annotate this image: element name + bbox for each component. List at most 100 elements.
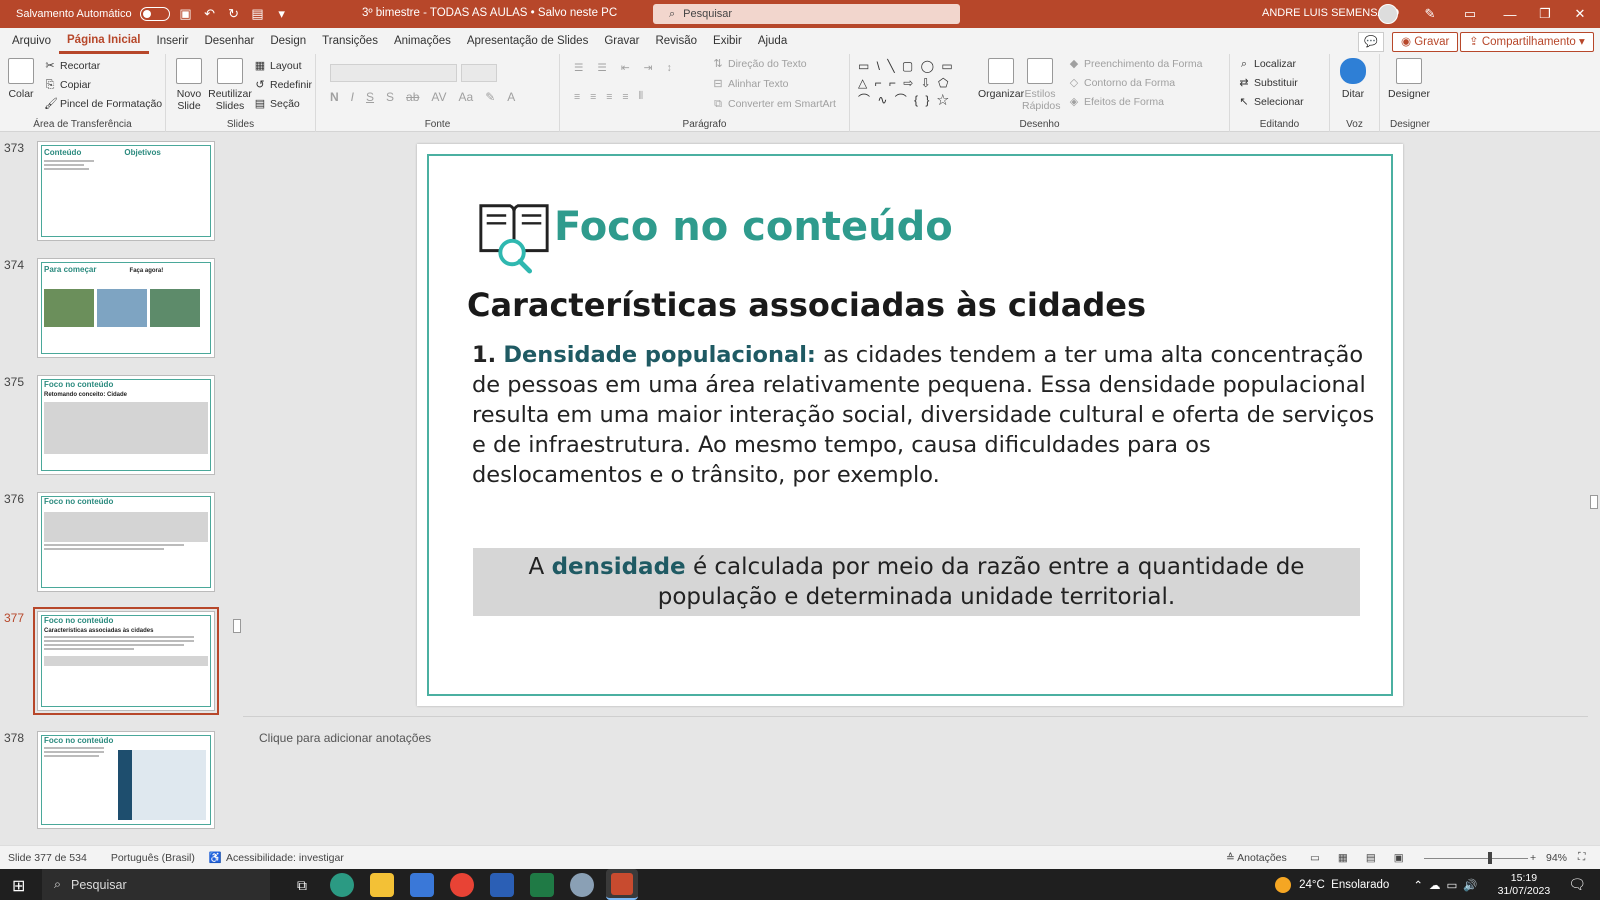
notes-pane[interactable]: Clique para adicionar anotações [243, 716, 1588, 844]
zoom-slider-thumb[interactable] [1488, 852, 1492, 864]
tab-apresentacao[interactable]: Apresentação de Slides [459, 28, 596, 54]
tab-ajuda[interactable]: Ajuda [750, 28, 795, 54]
shadow-icon[interactable]: S [386, 90, 394, 104]
copy-button[interactable]: ⎘ Copiar [44, 79, 91, 91]
tab-revisao[interactable]: Revisão [647, 28, 705, 54]
minimize-button[interactable]: — [1490, 0, 1530, 28]
find-button[interactable]: ⌕ Localizar [1238, 58, 1296, 70]
quick-styles-button[interactable]: Estilos Rápidos [1022, 58, 1061, 112]
edge-icon[interactable] [330, 873, 354, 897]
slide-body-text[interactable]: 1. Densidade populacional: as cidades te… [472, 340, 1382, 490]
slide[interactable]: Foco no conteúdo Características associa… [417, 144, 1403, 706]
chrome-icon[interactable] [450, 873, 474, 897]
zoom-in-icon[interactable]: + [1530, 852, 1536, 864]
columns-icon[interactable]: ⫴ [639, 90, 643, 103]
align-center-icon[interactable]: ≡ [590, 91, 596, 103]
present-icon[interactable]: ▤ [250, 6, 266, 22]
tray-icons[interactable]: ⌃☁▭🔊 [1413, 878, 1483, 892]
font-color-icon[interactable]: A [507, 90, 515, 104]
task-view-icon[interactable]: ⧉ [290, 873, 314, 897]
tab-arquivo[interactable]: Arquivo [4, 28, 59, 54]
highlight-box[interactable]: A densidade é calculada por meio da razã… [473, 548, 1360, 616]
store-icon[interactable] [410, 873, 434, 897]
view-buttons[interactable]: ▭▦▤▣ [1310, 852, 1422, 864]
section-button[interactable]: ▤ Seção [254, 98, 300, 110]
shape-effects-button[interactable]: ◈ Efeitos de Forma [1068, 96, 1164, 108]
customize-icon[interactable]: ▾ [274, 6, 290, 22]
line-spacing-icon[interactable]: ↕ [666, 62, 671, 74]
tab-gravar[interactable]: Gravar [596, 28, 647, 54]
pen-icon[interactable]: ✎ [1410, 0, 1450, 28]
tab-inserir[interactable]: Inserir [149, 28, 197, 54]
search-input[interactable]: ⌕ Pesquisar [653, 4, 960, 24]
scroll-thumb[interactable] [233, 619, 241, 633]
font-family-select[interactable] [330, 64, 457, 82]
align-left-icon[interactable]: ≡ [574, 91, 580, 103]
align-right-icon[interactable]: ≡ [606, 91, 612, 103]
windows-start-icon[interactable]: ⊞ [12, 876, 25, 896]
thumbnail-slide[interactable]: Foco no conteúdo [37, 731, 215, 829]
tab-desenhar[interactable]: Desenhar [196, 28, 262, 54]
undo-icon[interactable]: ↶ [202, 6, 218, 22]
thumbnail-slide[interactable]: Para começar Faça agora! [37, 258, 215, 358]
strike-icon[interactable]: ab [406, 90, 419, 104]
fit-slide-icon[interactable]: ⛶ [1578, 851, 1585, 864]
underline-icon[interactable]: S [366, 90, 374, 104]
designer-button[interactable]: Designer [1388, 58, 1430, 100]
notification-icon[interactable]: 🗨 [1568, 876, 1586, 893]
cut-button[interactable]: ✂ Recortar [44, 60, 100, 72]
zoom-slider[interactable] [1424, 858, 1528, 859]
shapes-gallery[interactable]: ▭ \ ╲ ▢ ◯ ▭ △ ⌐ ⌐ ⇨ ⇩ ⬠ ⌒ ∿ ⌒ { } ☆ [858, 58, 968, 112]
select-button[interactable]: ↖ Selecionar [1238, 96, 1303, 108]
zoom-level[interactable]: 94% [1546, 852, 1567, 864]
case-icon[interactable]: Aa [459, 90, 474, 104]
document-title[interactable]: 3º bimestre - TODAS AS AULAS • Salvo nes… [362, 7, 617, 19]
indent-dec-icon[interactable]: ⇤ [621, 62, 630, 74]
close-button[interactable]: ✕ [1560, 0, 1600, 28]
weather-status[interactable]: 24°C Ensolarado [1299, 879, 1389, 891]
thumbnail-scrollbar[interactable] [231, 133, 243, 845]
clock[interactable]: 15:19 31/07/2023 [1498, 872, 1551, 898]
smartart-button[interactable]: ⧉ Converter em SmartArt [712, 98, 836, 110]
indent-inc-icon[interactable]: ⇥ [644, 62, 653, 74]
slide-scroll-thumb[interactable] [1590, 495, 1598, 509]
highlight-icon[interactable]: ✎ [485, 90, 495, 104]
slide-subtitle[interactable]: Características associadas às cidades [467, 286, 1146, 324]
bullets-icon[interactable]: ☰ [574, 62, 583, 74]
notes-toggle[interactable]: ≙ Anotações [1226, 852, 1287, 864]
maximize-button[interactable]: ❐ [1525, 0, 1565, 28]
tab-design[interactable]: Design [262, 28, 314, 54]
replace-button[interactable]: ⇄ Substituir [1238, 77, 1297, 89]
tab-transicoes[interactable]: Transições [314, 28, 386, 54]
slide-title[interactable]: Foco no conteúdo [554, 204, 953, 250]
thumbnail-slide[interactable]: Foco no conteúdo [37, 492, 215, 592]
slide-scrollbar[interactable] [1588, 133, 1600, 845]
autosave-toggle[interactable] [139, 7, 170, 21]
paste-button[interactable]: Colar [8, 58, 34, 100]
arrange-button[interactable]: Organizar [978, 58, 1024, 100]
format-painter-button[interactable]: 🖌 Pincel de Formatação [44, 98, 162, 110]
app-icon[interactable] [570, 873, 594, 897]
numbering-icon[interactable]: ☰ [597, 62, 606, 74]
ribbon-display-icon[interactable]: ▭ [1450, 0, 1490, 28]
italic-icon[interactable]: I [351, 90, 354, 104]
share-button[interactable]: ⇪ Compartilhamento ▾ [1460, 32, 1594, 52]
shape-fill-button[interactable]: ◆ Preenchimento da Forma [1068, 58, 1203, 70]
file-explorer-icon[interactable] [370, 873, 394, 897]
spacing-icon[interactable]: AV [431, 90, 446, 104]
justify-icon[interactable]: ≡ [622, 91, 628, 103]
word-icon[interactable] [490, 873, 514, 897]
dictate-button[interactable]: Ditar [1340, 58, 1366, 100]
taskbar-search[interactable]: ⌕ Pesquisar [42, 869, 270, 900]
save-icon[interactable]: ▣ [178, 6, 194, 22]
tab-animacoes[interactable]: Animações [386, 28, 459, 54]
avatar[interactable] [1378, 4, 1398, 24]
tab-pagina-inicial[interactable]: Página Inicial [59, 28, 149, 54]
align-text-button[interactable]: ⊟ Alinhar Texto [712, 78, 788, 90]
record-button[interactable]: ◉ Gravar [1392, 32, 1459, 52]
powerpoint-taskbar-button[interactable] [606, 869, 638, 900]
font-size-select[interactable] [461, 64, 497, 82]
thumbnail-slide-selected[interactable]: Foco no conteúdo Características associa… [33, 607, 219, 715]
redo-icon[interactable]: ↻ [226, 6, 242, 22]
thumbnail-slide[interactable]: Conteúdo Objetivos [37, 141, 215, 241]
